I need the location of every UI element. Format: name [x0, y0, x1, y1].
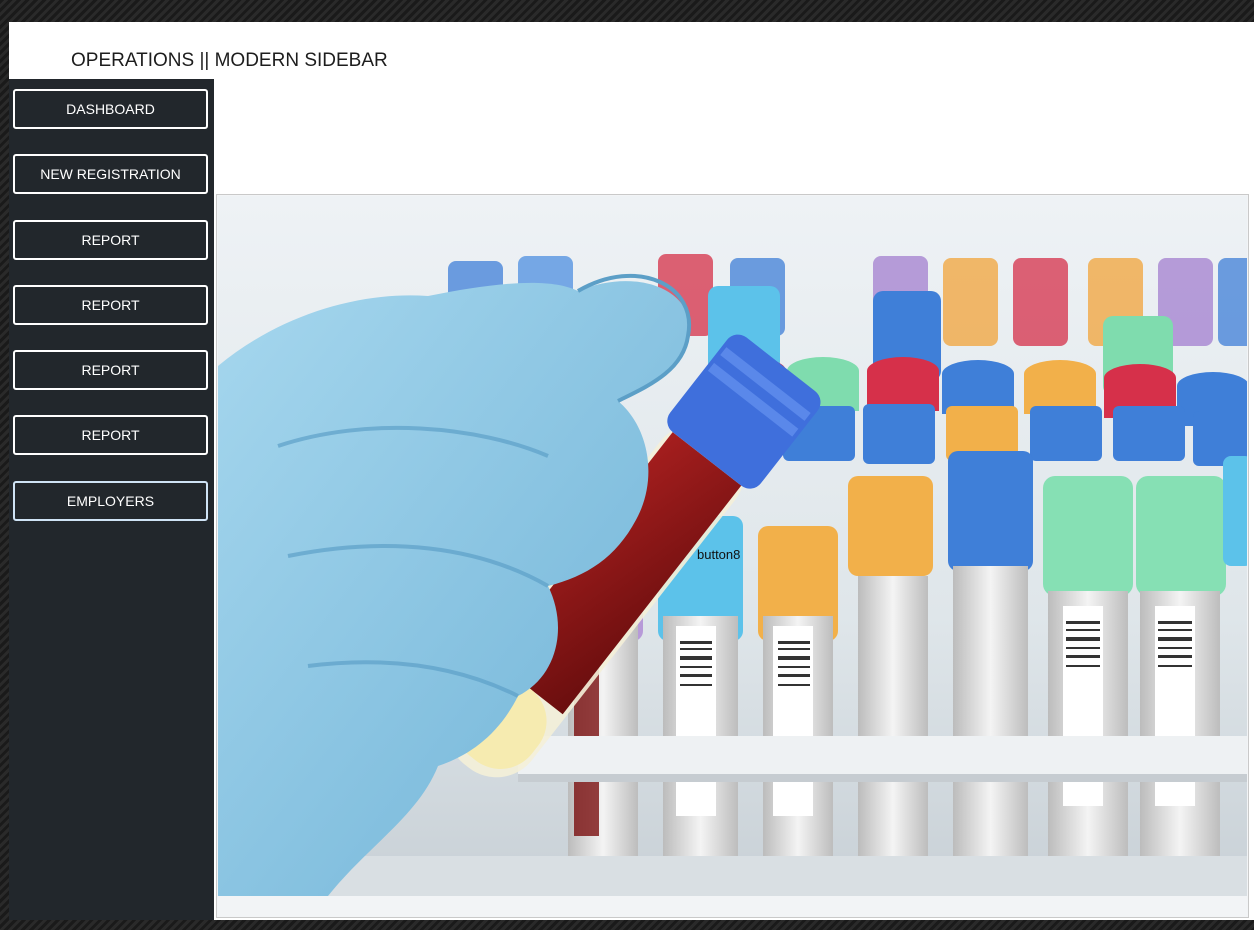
report-button-3[interactable]: REPORT — [13, 350, 208, 390]
window-title: OPERATIONS || MODERN SIDEBAR — [71, 50, 388, 71]
report-button-1[interactable]: REPORT — [13, 220, 208, 260]
app-window: OPERATIONS || MODERN SIDEBAR DASHBOARD N… — [9, 22, 1254, 920]
dashboard-button[interactable]: DASHBOARD — [13, 89, 208, 129]
report-button-4[interactable]: REPORT — [13, 415, 208, 455]
sidebar: DASHBOARD NEW REGISTRATION REPORT REPORT… — [9, 79, 214, 920]
employers-button[interactable]: EMPLOYERS — [13, 481, 208, 521]
button8[interactable]: button8 — [697, 547, 740, 562]
report-button-2[interactable]: REPORT — [13, 285, 208, 325]
blood-sample-tubes-photo — [218, 196, 1247, 896]
new-registration-button[interactable]: NEW REGISTRATION — [13, 154, 208, 194]
main-image-panel: button8 — [216, 194, 1249, 918]
